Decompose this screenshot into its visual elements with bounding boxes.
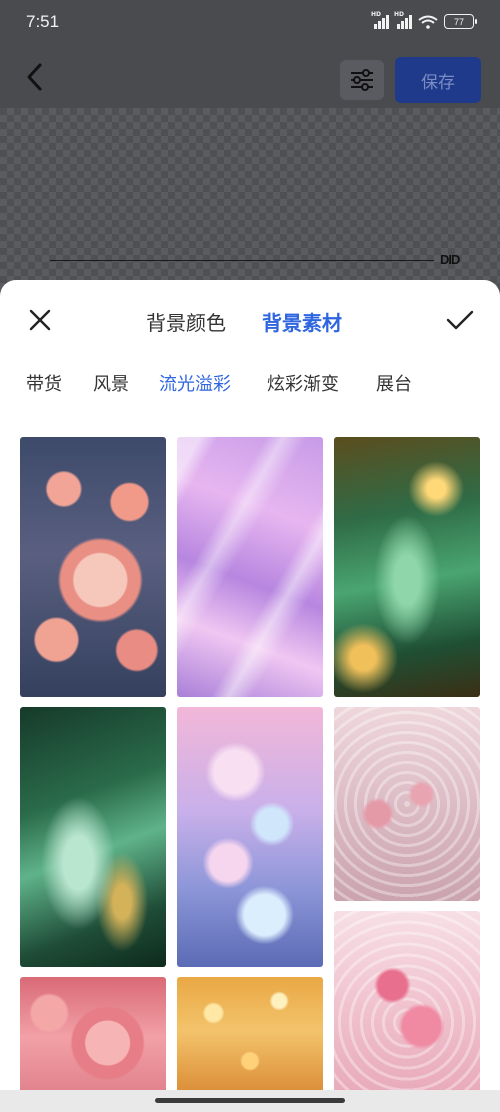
category-tab-daihuo[interactable]: 带货 — [26, 370, 62, 396]
category-tab-shimmer[interactable]: 流光溢彩 — [159, 370, 231, 396]
close-icon — [29, 309, 51, 331]
status-icons: HD HD 77 — [371, 11, 477, 29]
thumb-pink-butterfly-ripples[interactable] — [334, 707, 480, 901]
check-icon — [446, 310, 474, 330]
canvas-guide-line — [50, 260, 434, 261]
home-indicator[interactable] — [155, 1098, 345, 1103]
category-tab-scenery[interactable]: 风景 — [93, 370, 129, 396]
battery-icon: 77 — [444, 14, 477, 29]
save-button[interactable]: 保存 — [395, 57, 481, 103]
editor-toolbar: 保存 — [0, 46, 500, 108]
confirm-button[interactable] — [444, 304, 476, 336]
category-tabs: 带货 风景 流光溢彩 炫彩渐变 展台 — [0, 370, 500, 400]
category-tab-gradient[interactable]: 炫彩渐变 — [267, 370, 339, 396]
thumb-pink-hearts-water[interactable] — [334, 911, 480, 1097]
thumb-golden-bokeh[interactable] — [177, 977, 323, 1097]
close-button[interactable] — [24, 304, 56, 336]
adjust-sliders-icon — [351, 69, 373, 91]
signal-icon: HD — [394, 11, 412, 29]
status-bar: 7:51 HD HD 77 — [0, 0, 500, 46]
signal-icon: HD — [371, 11, 389, 29]
wifi-icon — [418, 15, 438, 29]
canvas-handle-icon[interactable]: DID — [440, 252, 460, 267]
back-button[interactable] — [18, 60, 52, 94]
category-tab-stage[interactable]: 展台 — [376, 370, 412, 396]
transparent-canvas[interactable]: DID — [0, 108, 500, 298]
thumb-iridescent-silk[interactable] — [177, 437, 323, 697]
status-time: 7:51 — [26, 12, 60, 31]
tab-background-material[interactable]: 背景素材 — [262, 307, 342, 336]
background-picker-sheet: 背景颜色 背景素材 带货 风景 流光溢彩 炫彩渐变 展台 — [0, 280, 500, 1112]
adjust-button[interactable] — [340, 60, 384, 100]
thumb-pink-roses-closeup[interactable] — [20, 977, 166, 1097]
thumb-pastel-butterflies[interactable] — [177, 707, 323, 967]
battery-level: 77 — [453, 16, 464, 27]
sheet-header: 背景颜色 背景素材 — [0, 280, 500, 360]
thumb-green-gold-wave[interactable] — [334, 437, 480, 697]
material-grid — [0, 437, 500, 1112]
back-arrow-icon — [27, 63, 42, 91]
tab-background-color[interactable]: 背景颜色 — [146, 307, 226, 336]
thumb-green-gold-river[interactable] — [20, 707, 166, 967]
thumb-pink-roses-water[interactable] — [20, 437, 166, 697]
